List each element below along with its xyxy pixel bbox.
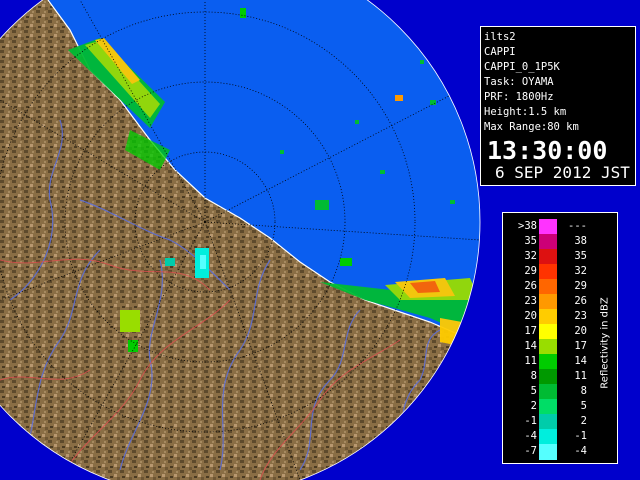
reflectivity-legend: >38 --- 35 38 32 35 29 32 26 29 23 26 20 23 17 20 14 17 11… xyxy=(502,212,618,464)
product-name: CAPPI_0_1P5K xyxy=(484,61,560,73)
legend-high-value: -4 xyxy=(574,445,587,457)
radar-id: ilts2 xyxy=(484,31,516,43)
observation-time: 13:30:00 xyxy=(487,136,608,165)
product-type: CAPPI xyxy=(484,46,516,58)
max-range-label: Max Range:80 km xyxy=(484,121,579,133)
legend-unit-label: Reflectivity in dBZ xyxy=(599,297,611,389)
task-label: Task: OYAMA xyxy=(484,76,554,88)
legend-row: -7 -4 xyxy=(503,443,589,460)
height-label: Height:1.5 km xyxy=(484,106,567,118)
prf-label: PRF: 1800Hz xyxy=(484,91,554,103)
legend-color-swatch xyxy=(539,444,557,460)
radar-info-panel: ilts2 CAPPI CAPPI_0_1P5K Task: OYAMA PRF… xyxy=(480,26,636,186)
legend-low-value: -7 xyxy=(524,445,537,457)
observation-date: 6 SEP 2012 JST xyxy=(495,163,630,182)
